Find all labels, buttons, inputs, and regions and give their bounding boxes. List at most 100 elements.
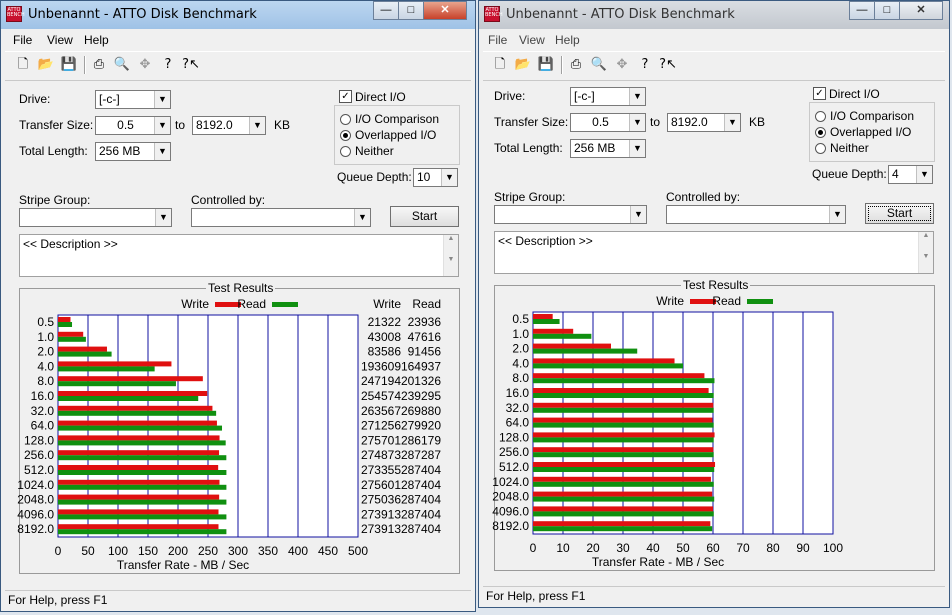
write-value: 193609	[361, 359, 401, 373]
legend-read-swatch	[272, 302, 298, 307]
read-column-header: Read	[412, 297, 441, 311]
transfer-size-label: 64.0	[506, 416, 530, 430]
write-bar	[58, 405, 213, 411]
write-bar	[533, 506, 713, 512]
write-bar	[58, 450, 220, 456]
transfer-size-label: 8.0	[512, 371, 529, 385]
read-bar	[58, 455, 227, 461]
transfer-size-label: 0.5	[512, 312, 529, 326]
read-bar	[58, 381, 176, 387]
transfer-size-label: 256.0	[499, 445, 529, 459]
status-bar: For Help, press F1	[5, 590, 471, 609]
write-bar	[58, 376, 203, 382]
write-bar	[58, 524, 219, 530]
write-bar	[58, 494, 220, 500]
write-bar	[58, 361, 172, 367]
transfer-size-label: 8192.0	[17, 522, 54, 536]
x-tick-label: 0	[55, 544, 62, 558]
transfer-size-label: 8.0	[37, 374, 54, 388]
read-bar	[58, 484, 227, 490]
read-bar	[533, 526, 713, 532]
x-tick-label: 150	[138, 544, 158, 558]
read-value: 287404	[401, 463, 441, 477]
legend-write-label: Write	[181, 297, 209, 311]
x-tick-label: 400	[288, 544, 308, 558]
transfer-size-label: 256.0	[24, 448, 54, 462]
read-bar	[533, 333, 592, 339]
x-tick-label: 70	[736, 541, 750, 555]
results-chart: 0 50 100 150 200 250 300 350 400 450 500 Transfer R…	[17, 297, 442, 572]
transfer-size-label: 2048.0	[17, 493, 54, 507]
read-value: 287404	[401, 478, 441, 492]
write-bar	[58, 479, 220, 485]
read-bar	[533, 452, 714, 458]
write-value: 275601	[361, 478, 401, 492]
read-value: 287404	[401, 493, 441, 507]
read-bar	[58, 396, 199, 401]
transfer-size-label: 128.0	[499, 430, 529, 444]
write-bar	[533, 358, 675, 364]
x-tick-label: 250	[198, 544, 218, 558]
read-bar	[533, 422, 714, 428]
write-value: 271256	[361, 419, 401, 433]
read-value: 47616	[408, 330, 442, 344]
write-bar	[58, 435, 220, 441]
write-bar	[533, 476, 711, 482]
x-tick-label: 30	[616, 541, 630, 555]
read-bar	[58, 410, 217, 416]
x-tick-label: 10	[556, 541, 570, 555]
write-value: 275036	[361, 493, 401, 507]
transfer-size-label: 1024.0	[17, 478, 54, 492]
read-value: 91456	[408, 345, 442, 359]
transfer-size-label: 1.0	[512, 327, 529, 341]
legend-read-swatch	[747, 299, 773, 304]
write-value: 273913	[361, 507, 401, 521]
read-value: 23936	[408, 315, 442, 329]
write-bar	[58, 509, 219, 515]
read-bar	[533, 348, 638, 354]
read-bar	[533, 511, 714, 517]
write-bar	[58, 317, 71, 322]
x-tick-label: 500	[348, 544, 368, 558]
write-value: 21322	[368, 315, 402, 329]
write-bar	[58, 420, 217, 426]
write-bar	[58, 331, 84, 337]
write-bar	[533, 521, 711, 527]
x-tick-label: 0	[530, 541, 537, 555]
transfer-size-label: 0.5	[37, 315, 54, 329]
transfer-size-label: 128.0	[24, 433, 54, 447]
legend-read-label: Read	[237, 297, 266, 311]
write-value: 263567	[361, 404, 401, 418]
read-value: 287404	[401, 507, 441, 521]
transfer-size-label: 4096.0	[492, 504, 529, 518]
read-bar	[533, 467, 715, 472]
write-bar	[58, 465, 219, 470]
read-bar	[58, 351, 112, 357]
write-bar	[533, 343, 611, 349]
write-bar	[58, 346, 107, 352]
x-tick-label: 200	[168, 544, 188, 558]
read-value: 239295	[401, 389, 441, 403]
write-bar	[533, 402, 714, 408]
x-tick-label: 350	[258, 544, 278, 558]
transfer-size-label: 4.0	[37, 359, 54, 373]
write-value: 275701	[361, 433, 401, 447]
transfer-size-label: 4096.0	[17, 507, 54, 521]
write-bar	[533, 388, 709, 393]
status-bar: For Help, press F1	[483, 586, 945, 605]
transfer-size-label: 16.0	[31, 389, 55, 403]
write-column-header: Write	[373, 297, 401, 311]
read-value: 287404	[401, 522, 441, 536]
read-bar	[533, 496, 715, 502]
write-bar	[533, 373, 705, 379]
transfer-size-label: 2.0	[512, 342, 529, 356]
x-tick-label: 40	[646, 541, 660, 555]
read-bar	[533, 378, 715, 384]
x-tick-label: 50	[676, 541, 690, 555]
x-axis-label: Transfer Rate - MB / Sec	[592, 555, 724, 569]
read-bar	[58, 366, 155, 372]
write-bar	[58, 391, 208, 396]
transfer-size-label: 8192.0	[492, 519, 529, 533]
read-bar	[58, 322, 73, 327]
transfer-size-label: 32.0	[31, 404, 55, 418]
